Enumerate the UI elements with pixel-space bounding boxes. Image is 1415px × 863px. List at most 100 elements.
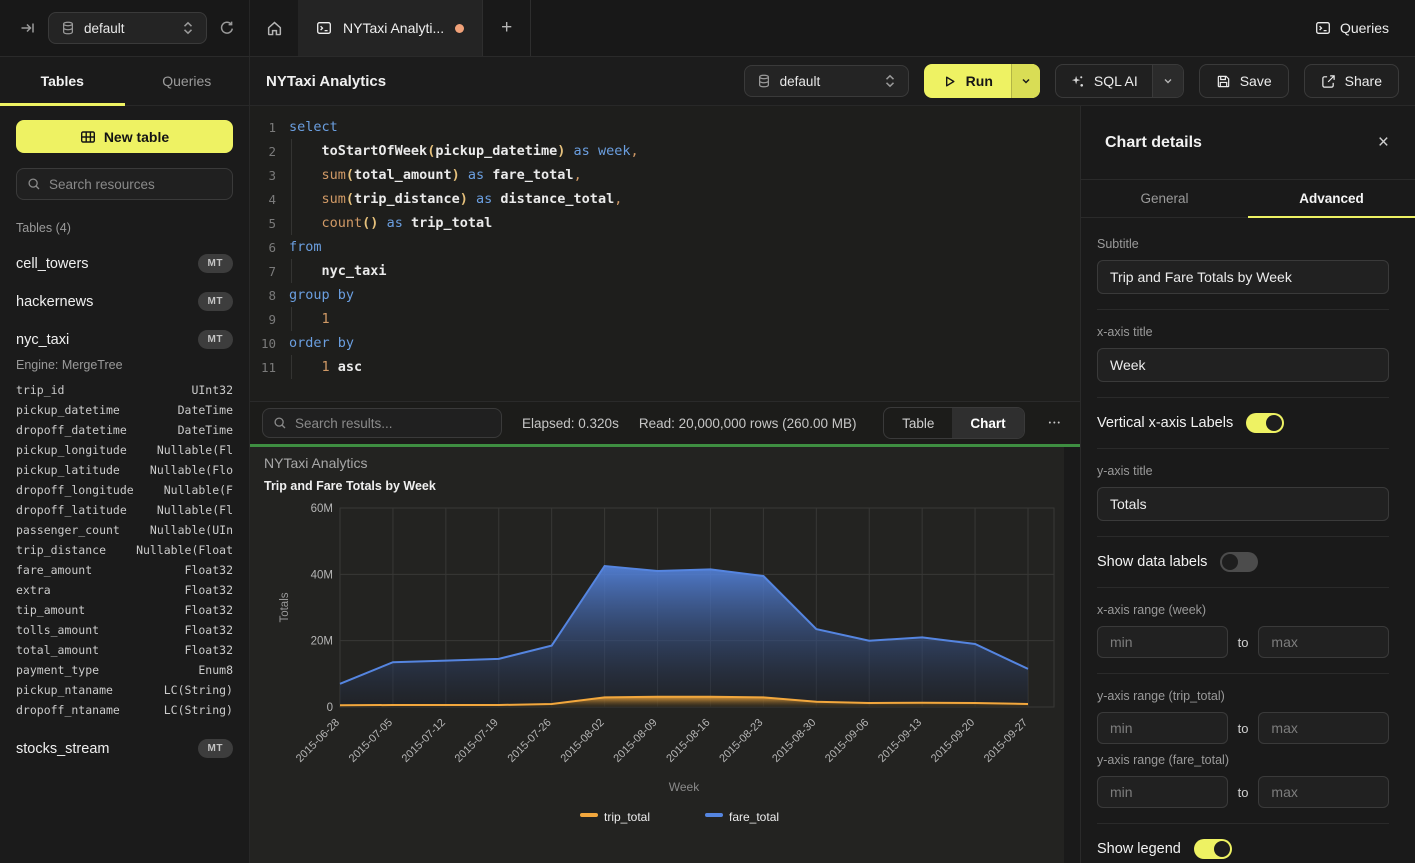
- sidebar-tab-tables-label: Tables: [41, 73, 84, 89]
- sql-ai-button[interactable]: SQL AI: [1056, 65, 1152, 97]
- sql-editor[interactable]: 1select2 toStartOfWeek(pickup_datetime) …: [250, 106, 1080, 401]
- column-type: Nullable(Fl: [157, 440, 233, 460]
- line-number: 4: [250, 192, 276, 207]
- code-text: 1: [289, 311, 330, 327]
- queries-button[interactable]: Queries: [1289, 0, 1415, 56]
- column-type: Float32: [185, 580, 233, 600]
- sql-ai-options-button[interactable]: [1152, 65, 1183, 97]
- code-text: count() as trip_total: [289, 215, 492, 231]
- column-name: pickup_datetime: [16, 400, 120, 420]
- y-axis-label: Totals: [279, 592, 291, 622]
- refresh-icon[interactable]: [219, 20, 235, 36]
- save-label: Save: [1240, 73, 1272, 89]
- more-options-icon[interactable]: •••: [1045, 420, 1066, 427]
- x-tick-label: 2015-09-27: [982, 717, 1030, 765]
- divider: [1097, 823, 1389, 824]
- scroll-gutter[interactable]: [1064, 447, 1080, 863]
- results-toolbar: Elapsed: 0.320s Read: 20,000,000 rows (2…: [250, 401, 1080, 444]
- code-line: 8group by: [250, 283, 1080, 307]
- column-name: dropoff_datetime: [16, 420, 127, 440]
- subtitle-input[interactable]: [1097, 260, 1389, 294]
- legend-label-trip_total: trip_total: [604, 810, 650, 824]
- x-tick-label: 2015-08-16: [664, 717, 712, 765]
- legend-swatch-fare_total: [705, 813, 723, 817]
- divider: [1097, 309, 1389, 310]
- sidebar-tab-queries[interactable]: Queries: [125, 57, 250, 105]
- elapsed-time: Elapsed: 0.320s: [522, 416, 619, 431]
- x-tick-label: 2015-08-23: [717, 717, 765, 765]
- column-row: total_amountFloat32: [16, 640, 233, 660]
- column-name: extra: [16, 580, 51, 600]
- tab-general[interactable]: General: [1081, 180, 1248, 217]
- table-name: cell_towers: [16, 256, 89, 272]
- code-line: 11 1 asc: [250, 355, 1080, 379]
- view-table-button[interactable]: Table: [884, 408, 952, 438]
- code-text: sum(total_amount) as fare_total,: [289, 167, 582, 183]
- data-labels-row: Show data labels: [1097, 552, 1389, 572]
- run-options-button[interactable]: [1011, 64, 1040, 98]
- new-tab-button[interactable]: × +: [483, 0, 531, 56]
- query-toolbar: NYTaxi Analytics default Run: [250, 57, 1415, 106]
- column-type: Float32: [185, 620, 233, 640]
- search-resources-input[interactable]: [49, 177, 222, 192]
- chart-legend: trip_totalfare_total: [580, 810, 779, 824]
- show-legend-toggle[interactable]: [1194, 839, 1232, 859]
- columns-list: trip_idUInt32pickup_datetimeDateTimedrop…: [16, 380, 233, 720]
- collapse-sidebar-icon[interactable]: [20, 20, 36, 36]
- save-button[interactable]: Save: [1199, 64, 1289, 98]
- queries-label: Queries: [1340, 20, 1389, 36]
- column-name: total_amount: [16, 640, 99, 660]
- vertical-labels-toggle[interactable]: [1246, 413, 1284, 433]
- line-number: 1: [250, 120, 276, 135]
- x-tick-label: 2015-06-28: [294, 717, 342, 765]
- share-button[interactable]: Share: [1304, 64, 1399, 98]
- x-range-min-input[interactable]: [1097, 626, 1228, 658]
- x-axis-title-input[interactable]: [1097, 348, 1389, 382]
- share-label: Share: [1345, 73, 1382, 89]
- tab-advanced[interactable]: Advanced: [1248, 180, 1415, 217]
- close-icon[interactable]: ×: [1378, 133, 1389, 152]
- new-table-button[interactable]: New table: [16, 120, 233, 153]
- run-button[interactable]: Run: [924, 64, 1011, 98]
- column-name: trip_id: [16, 380, 64, 400]
- column-name: pickup_latitude: [16, 460, 120, 480]
- y-range-trip-max-input[interactable]: [1258, 712, 1389, 744]
- view-chart-label: Chart: [970, 416, 1005, 431]
- column-type: Float32: [185, 560, 233, 580]
- column-row: tip_amountFloat32: [16, 600, 233, 620]
- column-row: dropoff_longitudeNullable(F: [16, 480, 233, 500]
- y-range-fare-max-input[interactable]: [1258, 776, 1389, 808]
- line-number: 11: [250, 360, 276, 375]
- tab-nytaxi-analytics[interactable]: NYTaxi Analyti...: [298, 0, 483, 56]
- column-row: tolls_amountFloat32: [16, 620, 233, 640]
- line-number: 8: [250, 288, 276, 303]
- chevrons-updown-icon: [182, 21, 194, 35]
- column-row: passenger_countNullable(UIn: [16, 520, 233, 540]
- y-tick-label: 0: [327, 702, 333, 714]
- column-type: DateTime: [178, 420, 233, 440]
- view-chart-button[interactable]: Chart: [952, 408, 1023, 438]
- x-range-row: to: [1097, 626, 1389, 658]
- search-results-input[interactable]: [295, 416, 491, 431]
- table-row[interactable]: cell_towersMT: [16, 254, 233, 273]
- table-row[interactable]: hackernewsMT: [16, 292, 233, 311]
- code-line: 3 sum(total_amount) as fare_total,: [250, 163, 1080, 187]
- share-icon: [1321, 74, 1336, 89]
- table-row[interactable]: stocks_streamMT: [16, 739, 233, 758]
- tab-home[interactable]: [250, 0, 298, 56]
- y-range-fare-min-input[interactable]: [1097, 776, 1228, 808]
- y-axis-title-input[interactable]: [1097, 487, 1389, 521]
- sql-ai-label: SQL AI: [1094, 73, 1138, 89]
- table-row[interactable]: nyc_taxiMT: [16, 330, 233, 349]
- toolbar-database-selector[interactable]: default: [744, 65, 909, 97]
- column-name: pickup_longitude: [16, 440, 127, 460]
- x-range-max-input[interactable]: [1258, 626, 1389, 658]
- y-axis-title-label: y-axis title: [1097, 464, 1389, 478]
- column-row: pickup_ntanameLC(String): [16, 680, 233, 700]
- sql-ai-split-button: SQL AI: [1055, 64, 1184, 98]
- data-labels-toggle[interactable]: [1220, 552, 1258, 572]
- database-selector[interactable]: default: [48, 12, 207, 44]
- column-type: Nullable(UIn: [150, 520, 233, 540]
- y-range-trip-min-input[interactable]: [1097, 712, 1228, 744]
- sidebar-tab-tables[interactable]: Tables: [0, 57, 125, 105]
